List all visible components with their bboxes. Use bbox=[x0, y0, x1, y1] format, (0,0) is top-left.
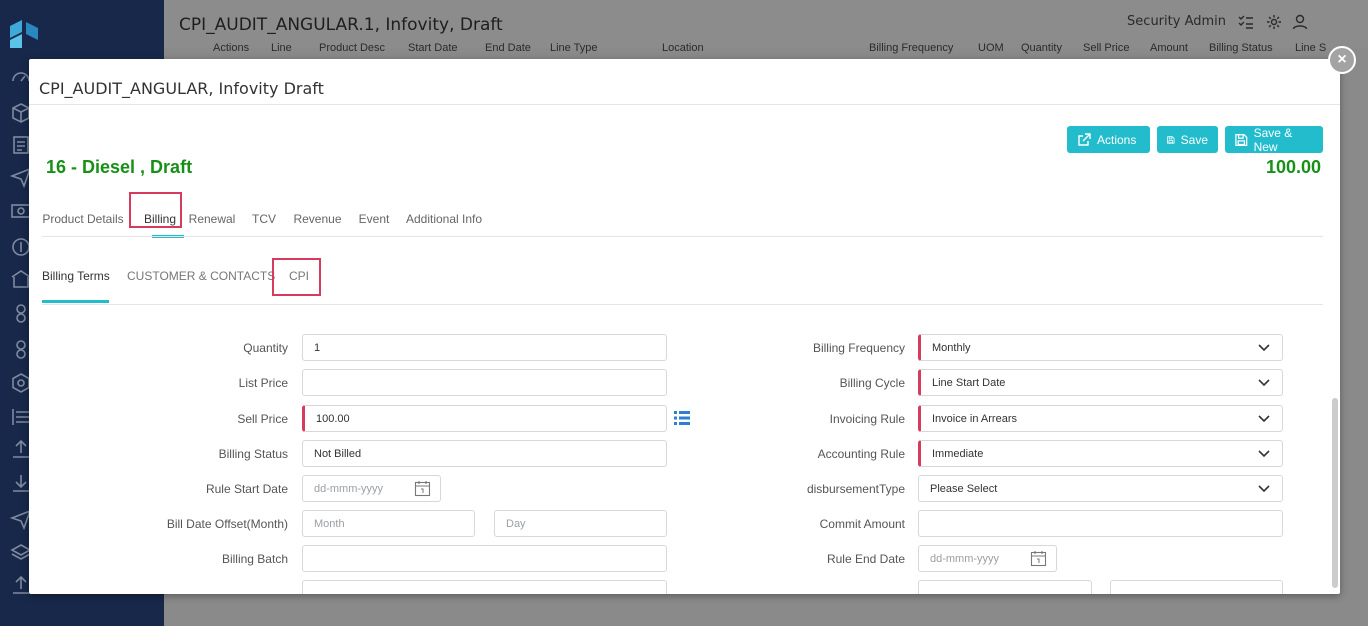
commit-amount-label: Commit Amount bbox=[819, 517, 905, 531]
billing-frequency-select[interactable]: Monthly bbox=[918, 334, 1283, 361]
invoicing-rule-value: Invoice in Arrears bbox=[932, 412, 1017, 425]
line-item-modal: CPI_AUDIT_ANGULAR, Infovity Draft Action… bbox=[29, 59, 1340, 594]
rule-end-date-placeholder: dd-mmm-yyyy bbox=[930, 552, 1000, 565]
modal-header: CPI_AUDIT_ANGULAR, Infovity Draft bbox=[29, 59, 1340, 105]
tasks-icon[interactable] bbox=[1238, 14, 1254, 30]
calendar-icon[interactable] bbox=[1030, 550, 1047, 567]
accounting-rule-label: Accounting Rule bbox=[817, 447, 905, 461]
modal-title: CPI_AUDIT_ANGULAR, Infovity Draft bbox=[39, 79, 324, 98]
billing-cycle-value: Line Start Date bbox=[932, 376, 1006, 389]
list-price-field[interactable] bbox=[302, 369, 667, 396]
background-table-header: Actions Line Product Desc Start Date End… bbox=[164, 42, 1368, 56]
bg-column-header: Line bbox=[271, 42, 292, 54]
chevron-down-icon bbox=[1258, 484, 1270, 493]
subtab-billing-terms[interactable]: Billing Terms bbox=[42, 258, 110, 294]
offset-day-field[interactable]: Day bbox=[494, 510, 667, 537]
accounting-rule-value: Immediate bbox=[932, 447, 984, 460]
floppy-icon bbox=[1235, 133, 1248, 146]
list-price-label: List Price bbox=[238, 376, 288, 390]
bg-column-header: Billing Frequency bbox=[869, 42, 954, 54]
next-field-cutoff[interactable] bbox=[302, 580, 667, 594]
chevron-down-icon bbox=[1258, 378, 1270, 387]
sell-price-label: Sell Price bbox=[237, 412, 288, 426]
disbursement-type-value: Please Select bbox=[930, 482, 998, 495]
user-icon[interactable] bbox=[1292, 14, 1308, 30]
offset-month-field[interactable]: Month bbox=[302, 510, 475, 537]
rule-start-date-field[interactable]: dd-mmm-yyyy bbox=[302, 475, 441, 502]
actions-label: Actions bbox=[1097, 132, 1137, 147]
cpi-subtab-highlight bbox=[272, 258, 321, 296]
rule-start-date-placeholder: dd-mmm-yyyy bbox=[314, 482, 384, 495]
actions-button[interactable]: Actions bbox=[1067, 126, 1150, 153]
gear-icon[interactable] bbox=[1266, 14, 1282, 30]
tab-renewal[interactable]: Renewal bbox=[189, 201, 236, 237]
close-modal-button[interactable]: × bbox=[1328, 46, 1356, 74]
billing-cycle-label: Billing Cycle bbox=[839, 376, 905, 390]
tabs-divider bbox=[42, 236, 1323, 237]
billing-batch-field[interactable] bbox=[302, 545, 667, 572]
bg-column-header: Quantity bbox=[1021, 42, 1062, 54]
tab-tcv[interactable]: TCV bbox=[252, 201, 276, 237]
chevron-down-icon bbox=[1258, 343, 1270, 352]
record-amount: 100.00 bbox=[1265, 157, 1321, 177]
bg-column-header: Amount bbox=[1150, 42, 1188, 54]
billing-batch-label: Billing Batch bbox=[221, 552, 288, 566]
price-list-icon[interactable] bbox=[674, 411, 690, 425]
calendar-icon[interactable] bbox=[414, 480, 431, 497]
subtabs-divider bbox=[42, 304, 1323, 305]
modal-scrollbar[interactable] bbox=[1332, 398, 1338, 588]
chevron-down-icon bbox=[1258, 449, 1270, 458]
active-subtab-indicator bbox=[42, 300, 109, 303]
bg-column-header: End Date bbox=[485, 42, 531, 54]
disbursement-type-select[interactable]: Please Select bbox=[918, 475, 1283, 502]
bg-column-header: UOM bbox=[978, 42, 1004, 54]
subtab-customer-contacts[interactable]: CUSTOMER & CONTACTS bbox=[127, 258, 275, 294]
billing-frequency-label: Billing Frequency bbox=[812, 341, 905, 355]
save-and-new-label: Save & New bbox=[1253, 125, 1293, 154]
save-and-new-button[interactable]: Save & New bbox=[1225, 125, 1323, 154]
billing-cycle-select[interactable]: Line Start Date bbox=[918, 369, 1283, 396]
invoicing-rule-label: Invoicing Rule bbox=[829, 412, 905, 426]
rule-end-date-label: Rule End Date bbox=[826, 552, 905, 566]
bg-column-header: Line Type bbox=[550, 42, 598, 54]
save-label: Save bbox=[1180, 132, 1208, 147]
app-logo-icon bbox=[10, 20, 38, 48]
floppy-icon bbox=[1167, 135, 1175, 144]
record-title: 16 - Diesel , Draft bbox=[46, 157, 193, 177]
bg-column-header: Location bbox=[662, 42, 704, 54]
bg-column-header: Billing Status bbox=[1209, 42, 1273, 54]
next-field-cutoff[interactable] bbox=[1110, 580, 1283, 594]
tab-event[interactable]: Event bbox=[358, 201, 390, 237]
tab-revenue[interactable]: Revenue bbox=[293, 201, 342, 237]
bg-column-header: Product Desc bbox=[319, 42, 386, 54]
next-field-cutoff[interactable] bbox=[918, 580, 1092, 594]
quantity-field[interactable]: 1 bbox=[302, 334, 667, 361]
bg-column-header: Start Date bbox=[408, 42, 458, 54]
save-button[interactable]: Save bbox=[1157, 126, 1218, 153]
rule-end-date-field[interactable]: dd-mmm-yyyy bbox=[918, 545, 1057, 572]
accounting-rule-select[interactable]: Immediate bbox=[918, 440, 1283, 467]
quantity-label: Quantity bbox=[243, 341, 288, 355]
rule-start-date-label: Rule Start Date bbox=[205, 482, 288, 496]
disbursement-type-label: disbursementType bbox=[806, 482, 905, 496]
sell-price-field[interactable]: 100.00 bbox=[302, 405, 667, 432]
chevron-down-icon bbox=[1258, 414, 1270, 423]
invoicing-rule-select[interactable]: Invoice in Arrears bbox=[918, 405, 1283, 432]
billing-tab-highlight bbox=[129, 192, 182, 228]
bg-column-header: Sell Price bbox=[1083, 42, 1130, 54]
user-name[interactable]: Security Admin bbox=[1127, 14, 1226, 29]
tab-additional-info[interactable]: Additional Info bbox=[406, 201, 482, 237]
app-header: CPI_AUDIT_ANGULAR.1, Infovity, Draft Sec… bbox=[164, 0, 1368, 48]
bg-column-header: Line S bbox=[1295, 42, 1327, 54]
bg-column-header: Actions bbox=[213, 42, 250, 54]
bill-date-offset-label: Bill Date Offset(Month) bbox=[166, 517, 288, 531]
app-window-title: CPI_AUDIT_ANGULAR.1, Infovity, Draft bbox=[179, 15, 503, 35]
external-link-icon bbox=[1078, 132, 1091, 146]
tab-product-details[interactable]: Product Details bbox=[42, 201, 124, 237]
billing-status-label: Billing Status bbox=[218, 447, 288, 461]
billing-frequency-value: Monthly bbox=[932, 341, 971, 354]
commit-amount-field[interactable] bbox=[918, 510, 1283, 537]
billing-status-field[interactable]: Not Billed bbox=[302, 440, 667, 467]
